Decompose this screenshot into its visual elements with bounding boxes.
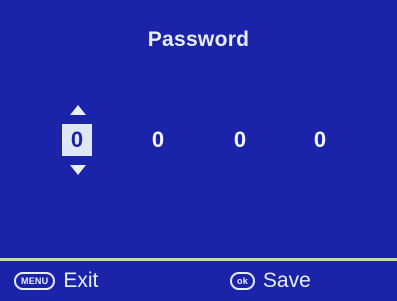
password-digits: 0 0 0 0 (0, 100, 397, 180)
arrow-up-icon[interactable] (70, 105, 86, 115)
digit-column-4[interactable]: 0 (302, 100, 338, 180)
digit-column-1[interactable]: 0 (60, 100, 96, 180)
exit-label: Exit (63, 269, 99, 292)
menu-key-icon: MENU (14, 272, 56, 290)
digit-4[interactable]: 0 (302, 124, 338, 156)
save-button[interactable]: ok Save (230, 267, 311, 295)
digit-3[interactable]: 0 (222, 124, 258, 156)
digit-2[interactable]: 0 (140, 124, 176, 156)
exit-button[interactable]: MENU Exit (14, 267, 98, 295)
digit-1[interactable]: 0 (62, 124, 92, 156)
ok-key-icon: ok (230, 272, 255, 290)
footer-bar: MENU Exit ok Save (0, 261, 397, 301)
page-title: Password (147, 28, 250, 51)
arrow-down-icon[interactable] (70, 165, 86, 175)
save-label: Save (262, 269, 311, 292)
password-screen: Password 0 0 0 0 MENU Exit ok Save (0, 0, 397, 301)
digit-column-2[interactable]: 0 (140, 100, 176, 180)
digit-column-3[interactable]: 0 (222, 100, 258, 180)
